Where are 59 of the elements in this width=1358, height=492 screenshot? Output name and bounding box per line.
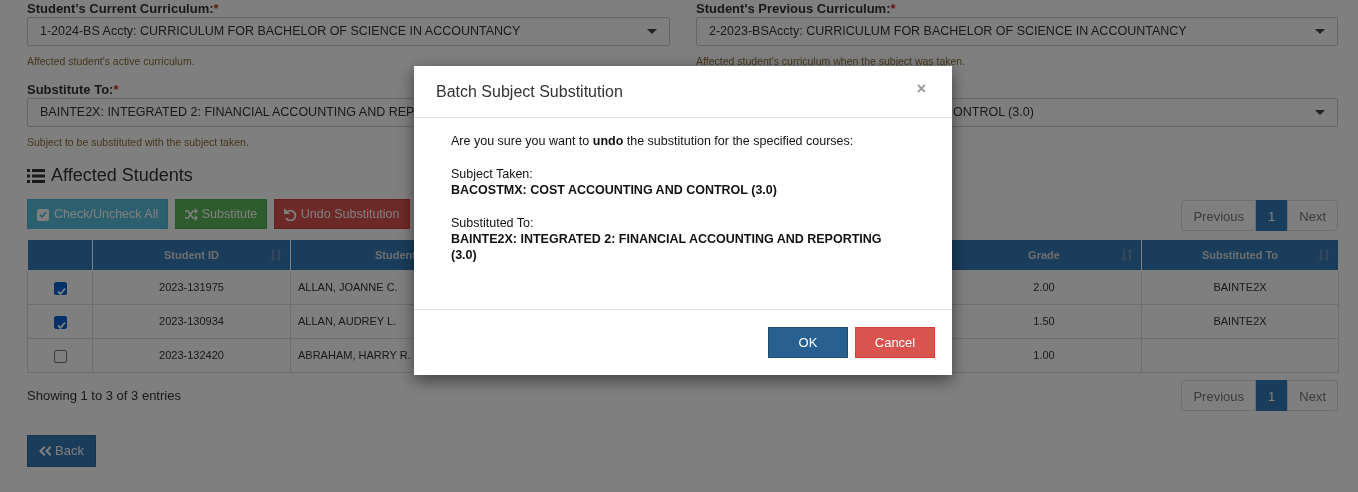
checkbox-icon [37,207,50,221]
page-link[interactable]: Next [1287,380,1338,411]
row-checkbox[interactable] [53,315,67,329]
row-checkbox[interactable] [53,281,67,295]
page-link[interactable]: Previous [1181,200,1257,231]
ok-button[interactable]: OK [768,327,848,358]
detail-value: BAINTE2X: INTEGRATED 2: FINANCIAL ACCOUNTING AND REPORTING (3.0) [451,231,883,263]
table-cell: 2023-132420 [159,349,224,362]
field-label: Student's Current Curriculum: [27,1,214,16]
double-chevron-icon [39,446,51,456]
table-cell: 1.50 [1033,315,1055,328]
table-cell: ALLAN, AUDREY L. [298,315,397,328]
required-mark: * [113,82,119,97]
table-cell: ABRAHAM, HARRY R. [298,349,411,362]
detail-value: BACOSTMX: COST ACCOUNTING AND CONTROL (3.0) [451,182,778,198]
field-hint: Affected student's active curriculum. [27,56,195,67]
close-button[interactable]: × [912,76,930,101]
sort-icon [1121,249,1133,261]
dialog-message: Are you sure you want to undo the substitution for the specified courses: [451,133,855,149]
sort-icon [1318,249,1330,261]
action-button[interactable]: Check/Uncheck All [27,199,169,229]
column-header[interactable]: Substituted To [1201,248,1279,261]
page-link[interactable]: 1 [1256,200,1288,231]
select-field[interactable]: 2-2023-BSAccty: CURRICULUM FOR BACHELOR OF SCIENCE IN ACCOUNTANCY [696,17,1338,46]
action-button[interactable]: Undo Substitution [273,199,410,229]
page-link[interactable]: 1 [1256,380,1288,411]
sort-icon [270,249,282,261]
shuffle-icon [184,207,198,221]
field-label: Substitute To: [27,82,114,97]
column-header[interactable]: Grade [1028,248,1060,261]
undo-icon [283,207,297,221]
caret-icon [1315,29,1325,34]
table-cell: 2.00 [1033,281,1055,294]
row-checkbox[interactable] [53,349,67,363]
caret-icon [1315,110,1325,115]
field-label: Student's Previous Curriculum: [696,1,891,16]
page-link[interactable]: Previous [1181,380,1257,411]
field-hint: Subject to be substituted with the subject taken. [27,137,249,148]
cancel-button[interactable]: Cancel [855,327,935,358]
list-icon [27,167,45,184]
field-hint: Affected student's curriculum when the subject was taken. [696,56,966,67]
detail-label: Subject Taken: [451,166,534,182]
table-cell: ALLAN, JOANNE C. [298,281,398,294]
select-field[interactable]: 1-2024-BS Accty: CURRICULUM FOR BACHELOR OF SCIENCE IN ACCOUNTANCY [27,17,670,46]
column-header[interactable]: Student ID [164,248,219,261]
table-cell: 1.00 [1033,349,1055,362]
detail-label: Substituted To: [451,215,535,231]
required-mark: * [213,1,219,16]
page-link[interactable]: Next [1287,200,1338,231]
table-cell: 2023-130934 [159,315,224,328]
table-info: Showing 1 to 3 of 3 entries [27,386,181,405]
caret-icon [647,29,657,34]
table-cell: 2023-131975 [159,281,224,294]
table-cell: BAINTE2X [1213,281,1267,294]
back-button[interactable]: Back [27,435,96,467]
action-button[interactable]: Substitute [174,199,268,229]
required-mark: * [890,1,896,16]
table-cell: BAINTE2X [1213,315,1267,328]
section-title: Affected Students [51,164,193,187]
